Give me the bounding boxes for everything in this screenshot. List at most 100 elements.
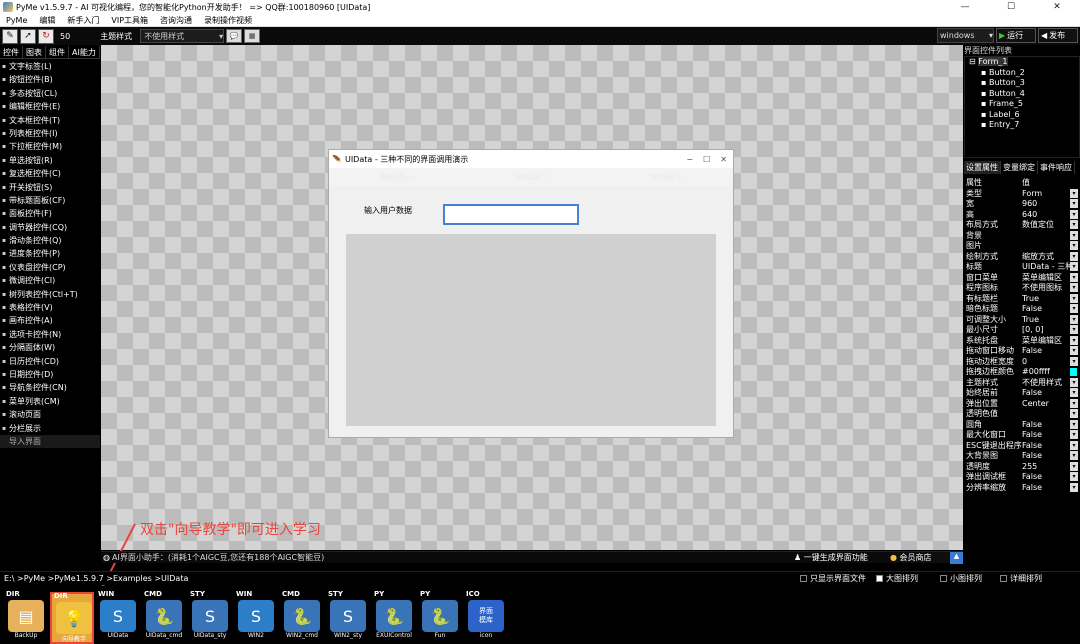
tab-set-properties[interactable]: 设置属性 (964, 161, 1001, 174)
control-list-item[interactable]: ▪ 表格控件(V) (0, 301, 100, 314)
tab-variable-binding[interactable]: 变量绑定 (1001, 161, 1038, 174)
chevron-down-icon[interactable]: ▾ (1070, 377, 1078, 387)
property-row[interactable]: 标题 UIData - 三种 ▾ (964, 262, 1080, 273)
property-row[interactable]: 透明色值 ▾ (964, 409, 1080, 420)
file-item[interactable]: WIN S WIN2 (234, 590, 278, 644)
chevron-down-icon[interactable]: ▾ (1070, 272, 1078, 282)
control-list-item[interactable]: ▪ 分隔面体(W) (0, 341, 100, 354)
property-value[interactable]: 不使用样式 (1022, 378, 1070, 389)
control-list-item[interactable]: ▪ 进度条控件(P) (0, 247, 100, 260)
member-shop-button[interactable]: ● 会员商店 (890, 552, 950, 563)
tree-root-node[interactable]: ⊟ Form_1 (965, 57, 1079, 68)
property-value[interactable]: UIData - 三种 (1022, 262, 1070, 273)
expand-up-button[interactable]: ▲ (950, 551, 963, 564)
cursor-icon[interactable]: ➚ (20, 28, 36, 44)
control-list-item[interactable]: ▪ 文本框控件(T) (0, 114, 100, 127)
tab-ai[interactable]: AI能力 (69, 46, 100, 58)
property-row[interactable]: 绘制方式 缩放方式 ▾ (964, 251, 1080, 263)
theme-preview-icon[interactable]: ▦ (244, 29, 261, 43)
property-value[interactable]: Form (1022, 189, 1070, 200)
control-list-item[interactable]: ▪ 多态按钮(CL) (0, 87, 100, 100)
tree-node[interactable]: ▪ Button_3 (965, 78, 1079, 89)
chevron-down-icon[interactable]: ▾ (1070, 430, 1078, 439)
menu-vip-tools[interactable]: VIP工具箱 (105, 15, 154, 26)
control-list-item[interactable]: ▪ 下拉框控件(M) (0, 140, 100, 153)
property-row[interactable]: 可调整大小 True ▾ (964, 314, 1080, 326)
file-item[interactable]: STY S UIData_sty (188, 590, 232, 644)
chevron-down-icon[interactable]: ▾ (1070, 241, 1078, 250)
chevron-down-icon[interactable]: ▾ (1070, 209, 1078, 219)
control-list-item[interactable]: ▪ 开关按钮(S) (0, 181, 100, 194)
property-value[interactable]: True (1022, 294, 1070, 305)
tree-node[interactable]: ▪ Entry_7 (965, 120, 1079, 131)
file-item[interactable]: DIR ▤ BackUp (4, 590, 48, 644)
menu-edit[interactable]: 编辑 (33, 15, 61, 26)
property-row[interactable]: 类型 Form ▾ (964, 188, 1080, 200)
property-row[interactable]: ESC键退出程序 False ▾ (964, 440, 1080, 452)
chevron-down-icon[interactable]: ▾ (1070, 419, 1078, 429)
control-list-item[interactable]: ▪ 日历控件(CD) (0, 355, 100, 368)
control-list-item[interactable]: ▪ 复选框控件(C) (0, 167, 100, 180)
chevron-down-icon[interactable]: ▾ (1070, 461, 1078, 471)
close-button[interactable]: ✕ (1034, 2, 1080, 12)
property-value[interactable]: 不使用图标 (1022, 283, 1070, 294)
file-item[interactable]: PY 🐍 Fun (418, 590, 462, 644)
property-value[interactable] (1022, 409, 1070, 420)
property-value[interactable]: 255 (1022, 462, 1070, 473)
chevron-down-icon[interactable]: ▾ (1070, 262, 1078, 271)
property-value[interactable] (1022, 231, 1070, 242)
control-list-item[interactable]: ▪ 带标题面板(CF) (0, 194, 100, 207)
control-list-item[interactable]: ▪ 微调控件(CI) (0, 274, 100, 287)
chevron-down-icon[interactable]: ▾ (1070, 356, 1078, 366)
property-value[interactable]: False (1022, 472, 1070, 483)
property-row[interactable]: 窗口菜单 菜单编辑区 ▾ (964, 272, 1080, 284)
control-list-item[interactable]: ▪ 导航条控件(CN) (0, 381, 100, 394)
platform-select[interactable]: windows ▾ (937, 28, 994, 43)
property-row[interactable]: 图片 ▾ (964, 241, 1080, 252)
chevron-down-icon[interactable]: ▾ (1070, 482, 1078, 492)
chevron-down-icon[interactable]: ▾ (1070, 440, 1078, 450)
property-row[interactable]: 始终居前 False ▾ (964, 388, 1080, 399)
control-list-item[interactable]: ▪ 列表框控件(I) (0, 127, 100, 140)
property-row[interactable]: 暗色标题 False ▾ (964, 304, 1080, 315)
maximize-button[interactable]: ☐ (988, 2, 1034, 12)
chevron-down-icon[interactable]: ▾ (1070, 199, 1078, 208)
large-icon-view[interactable]: 大图排列 (876, 573, 918, 584)
chevron-down-icon[interactable]: ▾ (1070, 293, 1078, 303)
property-row[interactable]: 大背景图 False ▾ (964, 451, 1080, 462)
property-value[interactable]: Center (1022, 399, 1070, 410)
control-list-item[interactable]: 导入界面 (0, 434, 100, 449)
control-list-item[interactable]: ▪ 菜单列表(CM) (0, 395, 100, 408)
property-row[interactable]: 高 640 ▾ (964, 209, 1080, 221)
file-item[interactable]: CMD 🐍 WIN2_cmd (280, 590, 324, 644)
menu-beginner[interactable]: 新手入门 (61, 15, 105, 26)
property-value[interactable]: False (1022, 346, 1070, 357)
property-row[interactable]: 有标题栏 True ▾ (964, 293, 1080, 305)
control-list-item[interactable]: ▪ 文字标签(L) (0, 60, 100, 73)
generate-ui-button[interactable]: ♟ 一键生成界面功能 (794, 552, 886, 563)
form-button-2[interactable]: Tab页面二 (515, 172, 548, 182)
file-item[interactable]: WIN S UIData (96, 590, 140, 644)
form-button-3[interactable]: Tab页面三 (649, 172, 682, 182)
chevron-down-icon[interactable]: ▾ (1070, 251, 1078, 261)
property-row[interactable]: 拖拽边框颜色 #00ffff (964, 367, 1080, 378)
chevron-down-icon[interactable]: ▾ (1070, 335, 1078, 345)
chevron-down-icon[interactable]: ▾ (1070, 346, 1078, 355)
menu-consult[interactable]: 咨询沟通 (154, 15, 198, 26)
form-button-1[interactable]: Tab页面一 (380, 172, 413, 182)
control-list-item[interactable]: ▪ 树列表控件(Ctl+T) (0, 288, 100, 301)
detail-view[interactable]: 详细排列 (1000, 573, 1042, 584)
property-value[interactable]: False (1022, 420, 1070, 431)
file-item[interactable]: STY S WIN2_sty (326, 590, 370, 644)
form-minimize-icon[interactable]: − (686, 155, 693, 164)
property-row[interactable]: 程序图标 不使用图标 ▾ (964, 283, 1080, 294)
tree-node[interactable]: ▪ Label_6 (965, 110, 1079, 121)
file-item[interactable]: PY 🐍 EXUIControl (372, 590, 416, 644)
control-list-item[interactable]: ▪ 编辑框控件(E) (0, 100, 100, 113)
chevron-down-icon[interactable]: ▾ (1070, 398, 1078, 408)
tree-node[interactable]: ▪ Button_4 (965, 89, 1079, 100)
refresh-icon[interactable]: ↻ (38, 28, 54, 44)
control-list-item[interactable]: ▪ 分栏展示 (0, 422, 100, 435)
chevron-down-icon[interactable]: ▾ (1070, 188, 1078, 198)
control-list-item[interactable]: ▪ 滑动条控件(Q) (0, 234, 100, 247)
